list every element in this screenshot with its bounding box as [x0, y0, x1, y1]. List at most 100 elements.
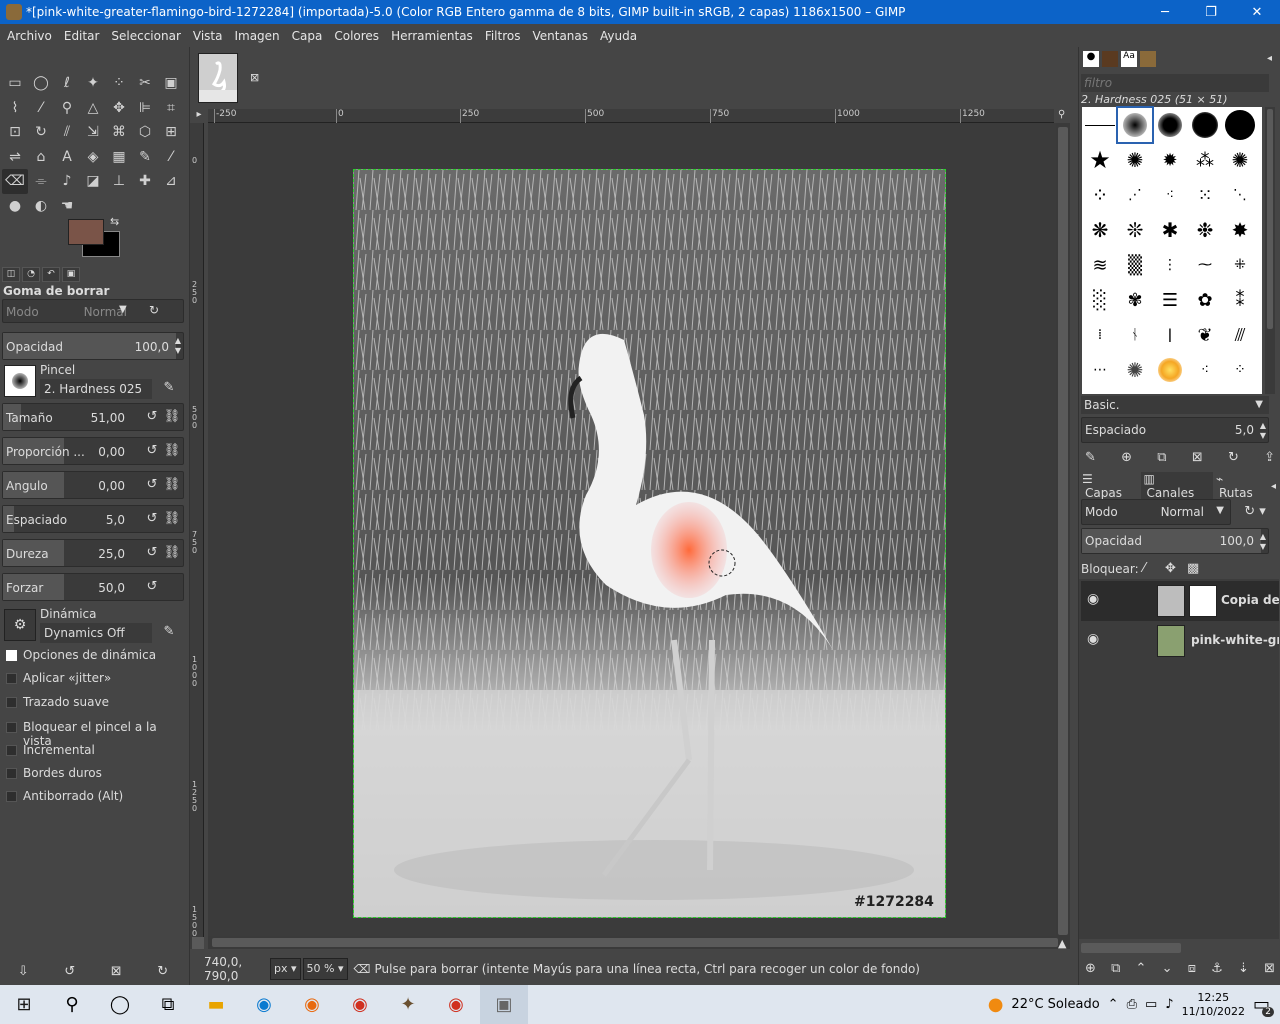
move-tool-icon[interactable]: ✥: [106, 96, 132, 121]
by-color-select-tool-icon[interactable]: ⁘: [106, 71, 132, 96]
aspect-ratio-slider[interactable]: Proporción ... 0,00 ↺ ⛓: [2, 437, 184, 465]
refresh-brushes-icon[interactable]: ↻: [1228, 450, 1239, 465]
color-picker-tool-icon[interactable]: ⁄: [28, 96, 54, 121]
brush-tag-select[interactable]: Basic. ▼: [1081, 396, 1269, 414]
anchor-layer-icon[interactable]: ⚓: [1211, 961, 1223, 976]
brush-hardness-050[interactable]: [1153, 108, 1187, 142]
text-move-tool-icon[interactable]: ⌂: [28, 145, 54, 170]
brush-texture[interactable]: ❦: [1188, 318, 1222, 352]
tab-rutas[interactable]: ⌁ Rutas: [1213, 472, 1268, 500]
gradient-tool-icon[interactable]: ▦: [106, 145, 132, 170]
raise-layer-icon[interactable]: ⌃: [1136, 961, 1147, 976]
zoom-follow-icon[interactable]: ⚲: [1058, 109, 1072, 123]
brush-texture[interactable]: ❊: [1118, 213, 1152, 247]
lock-alpha-icon[interactable]: ▩: [1187, 561, 1199, 576]
zoom-select[interactable]: 50 % ▾: [302, 958, 348, 980]
edit-dynamics-icon[interactable]: ✎: [160, 623, 178, 641]
brush-splatter[interactable]: ✺: [1118, 143, 1152, 177]
menu-ventanas[interactable]: Ventanas: [526, 29, 594, 43]
patterns-tab-icon[interactable]: [1102, 51, 1118, 67]
visibility-eye-icon[interactable]: ◉: [1087, 591, 1099, 607]
brush-texture[interactable]: ⋰: [1118, 178, 1152, 212]
layer-row[interactable]: ◉ pink-white-gr: [1081, 621, 1279, 661]
reset-force-icon[interactable]: ↺: [143, 578, 161, 596]
brush-texture[interactable]: ⁖: [1153, 178, 1187, 212]
perspective-clone-tool-icon[interactable]: ⊿: [158, 169, 184, 194]
brush-spacing-slider[interactable]: Espaciado 5,0 ▲ ▼: [1081, 417, 1269, 443]
merge-down-icon[interactable]: ⇣: [1238, 961, 1249, 976]
angle-slider[interactable]: Angulo 0,00 ↺ ⛓: [2, 471, 184, 499]
smudge-tool-icon[interactable]: ☚: [54, 194, 80, 219]
brush-texture[interactable]: ǀ: [1153, 318, 1187, 352]
menu-filtros[interactable]: Filtros: [479, 29, 527, 43]
brush-texture[interactable]: ✾: [1118, 283, 1152, 317]
shear-tool-icon[interactable]: ⫽: [54, 120, 80, 145]
align-tool-icon[interactable]: ⊫: [132, 96, 158, 121]
foreground-color-swatch[interactable]: [68, 219, 104, 245]
duplicate-layer-icon[interactable]: ⧈: [1188, 961, 1196, 976]
tool-options-tab-icon[interactable]: ◫: [2, 266, 20, 282]
search-icon[interactable]: ⚲: [48, 985, 96, 1024]
horizontal-scrollbar[interactable]: [208, 936, 1058, 949]
layer-mode-select[interactable]: Modo Normal ▼: [1081, 499, 1231, 525]
rotate-tool-icon[interactable]: ↻: [28, 120, 54, 145]
unified-transform-tool-icon[interactable]: ⊡: [2, 120, 28, 145]
free-select-tool-icon[interactable]: ℓ: [54, 71, 80, 96]
brush-spacing-spin-icon[interactable]: ▲ ▼: [1260, 421, 1266, 441]
hard-edge-checkbox[interactable]: Bordes duros: [6, 766, 184, 782]
anti-erase-checkbox[interactable]: Antiborrado (Alt): [6, 789, 184, 805]
lock-pixels-icon[interactable]: ⁄: [1143, 561, 1145, 576]
notifications-icon[interactable]: ▭ 2: [1253, 994, 1274, 1017]
layer-mode-reset-icon[interactable]: ↻ ▾: [1235, 503, 1275, 521]
menu-ayuda[interactable]: Ayuda: [594, 29, 643, 43]
device-status-tab-icon[interactable]: ◔: [22, 266, 40, 282]
brush-texture[interactable]: ✿: [1188, 283, 1222, 317]
brush-texture[interactable]: ⁖: [1188, 353, 1222, 387]
link-size-icon[interactable]: ⛓: [163, 408, 181, 426]
brush-texture[interactable]: ⁞: [1083, 318, 1117, 352]
reset-options-icon[interactable]: ↻: [157, 964, 168, 979]
document-history-tab-icon[interactable]: [1140, 51, 1156, 67]
brush-texture[interactable]: ░: [1083, 283, 1117, 317]
save-options-icon[interactable]: ⇩: [18, 964, 29, 979]
undo-history-tab-icon[interactable]: ↶: [42, 266, 60, 282]
menu-capa[interactable]: Capa: [286, 29, 329, 43]
brush-texture[interactable]: ⫻: [1223, 318, 1257, 352]
force-slider[interactable]: Forzar 50,0 ↺: [2, 573, 184, 601]
airbrush-tool-icon[interactable]: ⌯: [28, 169, 54, 194]
mode-select[interactable]: Modo Normal ▼ ↻: [2, 299, 184, 323]
reset-hardness-icon[interactable]: ↺: [143, 544, 161, 562]
tab-canales[interactable]: ▥ Canales: [1140, 472, 1213, 500]
edit-brush-icon[interactable]: ✎: [1085, 450, 1096, 465]
opacity-slider[interactable]: Opacidad 100,0 ▲ ▼: [2, 332, 184, 360]
brush-hardness-075[interactable]: [1188, 108, 1222, 142]
brush-texture[interactable]: ⁓: [1188, 248, 1222, 282]
mypaint-brush-tool-icon[interactable]: ◪: [80, 169, 106, 194]
measure-tool-icon[interactable]: △: [80, 96, 106, 121]
paintbrush-tool-icon[interactable]: ⁄: [158, 145, 184, 170]
brush-texture[interactable]: ❋: [1083, 213, 1117, 247]
file-explorer-icon[interactable]: ▬: [192, 985, 240, 1024]
brush-splatter[interactable]: ✹: [1153, 143, 1187, 177]
network-icon[interactable]: ▭: [1145, 997, 1157, 1012]
brush-pixel[interactable]: [1083, 108, 1117, 142]
brush-texture[interactable]: ❉: [1188, 213, 1222, 247]
layer-mask-thumbnail[interactable]: [1189, 585, 1217, 617]
unit-select[interactable]: px ▾: [270, 958, 301, 980]
ellipse-select-tool-icon[interactable]: ◯: [28, 71, 54, 96]
scale-tool-icon[interactable]: ⇲: [80, 120, 106, 145]
size-slider[interactable]: Tamaño 51,00 ↺ ⛓: [2, 403, 184, 431]
tab-capas[interactable]: ☰ Capas: [1079, 472, 1141, 500]
brushes-tab-icon[interactable]: ●: [1083, 51, 1099, 67]
quick-mask-toggle-icon[interactable]: ▸: [192, 109, 206, 123]
images-tab-icon[interactable]: ▣: [62, 266, 80, 282]
minimize-button[interactable]: ─: [1142, 0, 1188, 24]
brush-texture[interactable]: ᚾ: [1118, 318, 1152, 352]
eraser-tool-icon[interactable]: ⌫: [2, 169, 28, 194]
dodge-tool-icon[interactable]: ◐: [28, 194, 54, 219]
flip-tool-icon[interactable]: ⇌: [2, 145, 28, 170]
menu-archivo[interactable]: Archivo: [1, 29, 58, 43]
link-ratio-icon[interactable]: ⛓: [163, 442, 181, 460]
layers-hscroll-thumb[interactable]: [1081, 943, 1181, 953]
brush-texture[interactable]: ⁘: [1223, 353, 1257, 387]
